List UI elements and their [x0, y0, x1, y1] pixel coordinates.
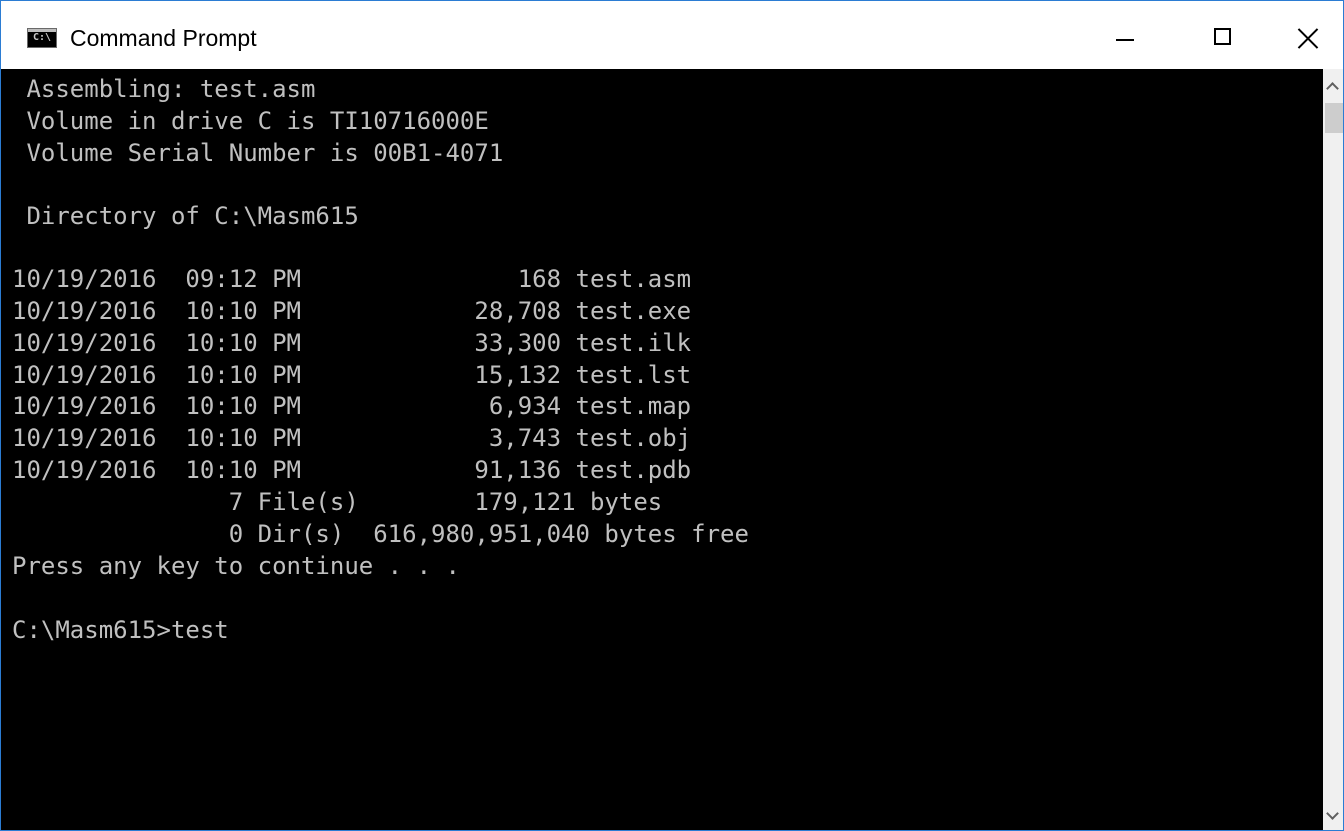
minimize-button[interactable]	[1061, 1, 1153, 69]
console-prompt-line[interactable]: C:\Masm615>test	[12, 614, 229, 646]
close-button[interactable]	[1261, 1, 1343, 69]
console-line: Directory of C:\Masm615	[12, 202, 359, 230]
console-line: 10/19/2016 10:10 PM 6,934 test.map	[12, 392, 692, 420]
minimize-icon	[1116, 39, 1134, 41]
command-prompt-window: C:\ Command Prompt Assembling: test.asm …	[0, 0, 1344, 831]
console-line: Press any key to continue . . .	[12, 552, 460, 580]
maximize-button[interactable]	[1161, 1, 1253, 69]
console-line: 10/19/2016 09:12 PM 168 test.asm	[12, 265, 692, 293]
maximize-icon	[1214, 28, 1231, 45]
close-icon	[1297, 27, 1319, 49]
chevron-down-icon[interactable]	[1323, 801, 1343, 830]
console-line: 0 Dir(s) 616,980,951,040 bytes free	[12, 520, 749, 548]
console-line: 10/19/2016 10:10 PM 3,743 test.obj	[12, 424, 692, 452]
console-line: 7 File(s) 179,121 bytes	[12, 488, 663, 516]
console-output[interactable]: Assembling: test.asm Volume in drive C i…	[1, 69, 1323, 830]
console-line: Volume in drive C is TI10716000E	[12, 107, 489, 135]
console-line: 10/19/2016 10:10 PM 15,132 test.lst	[12, 361, 692, 389]
cmd-icon[interactable]: C:\	[27, 28, 57, 48]
console-line: Volume Serial Number is 00B1-4071	[12, 139, 504, 167]
window-title: Command Prompt	[70, 25, 257, 51]
vertical-scrollbar[interactable]	[1323, 69, 1343, 830]
console-line: 10/19/2016 10:10 PM 91,136 test.pdb	[12, 456, 692, 484]
console-line: 10/19/2016 10:10 PM 28,708 test.exe	[12, 297, 692, 325]
chevron-up-icon[interactable]	[1323, 69, 1343, 103]
console-line: 10/19/2016 10:10 PM 33,300 test.ilk	[12, 329, 692, 357]
console-line: Assembling: test.asm	[12, 75, 316, 103]
scrollbar-thumb[interactable]	[1325, 103, 1343, 133]
title-bar[interactable]: C:\ Command Prompt	[1, 1, 1343, 69]
